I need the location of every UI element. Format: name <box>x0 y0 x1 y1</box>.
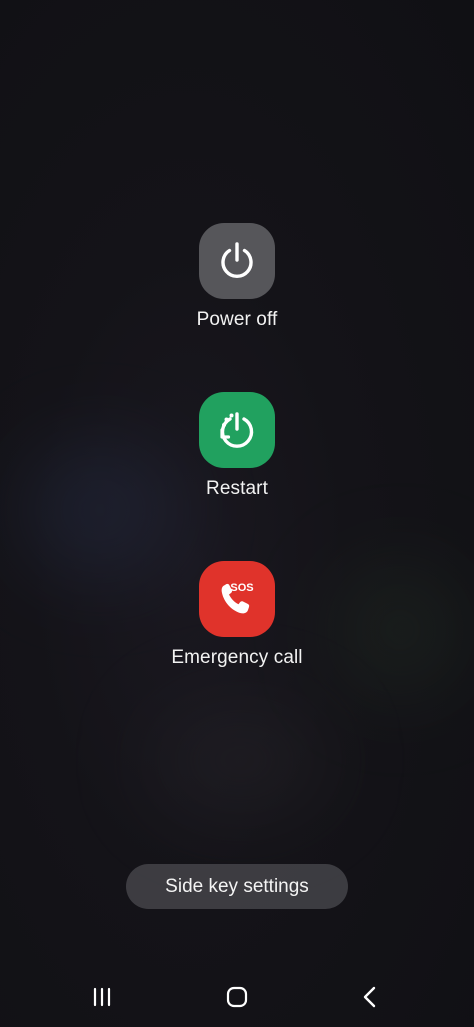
restart-button[interactable] <box>199 392 275 468</box>
back-icon <box>363 986 376 1008</box>
sos-badge: SOS <box>230 582 253 594</box>
power-off-button[interactable] <box>199 223 275 299</box>
side-key-settings-button[interactable]: Side key settings <box>126 864 348 909</box>
back-button[interactable] <box>355 982 385 1012</box>
background-glow <box>150 700 330 820</box>
power-off-action: Power off <box>0 223 474 331</box>
restart-label: Restart <box>206 478 268 499</box>
power-off-label: Power off <box>196 309 278 330</box>
emergency-call-button[interactable]: SOS <box>199 561 275 637</box>
emergency-call-label: Emergency call <box>171 647 303 668</box>
home-icon <box>226 986 248 1008</box>
sos-phone-icon: SOS <box>221 582 254 614</box>
restart-icon <box>220 412 254 448</box>
power-icon <box>221 242 253 279</box>
emergency-call-action: SOS Emergency call <box>0 561 474 669</box>
home-button[interactable] <box>222 982 252 1012</box>
recent-apps-button[interactable] <box>87 982 117 1012</box>
restart-action: Restart <box>0 392 474 500</box>
navigation-bar <box>0 968 474 1027</box>
recent-apps-icon <box>93 987 111 1007</box>
